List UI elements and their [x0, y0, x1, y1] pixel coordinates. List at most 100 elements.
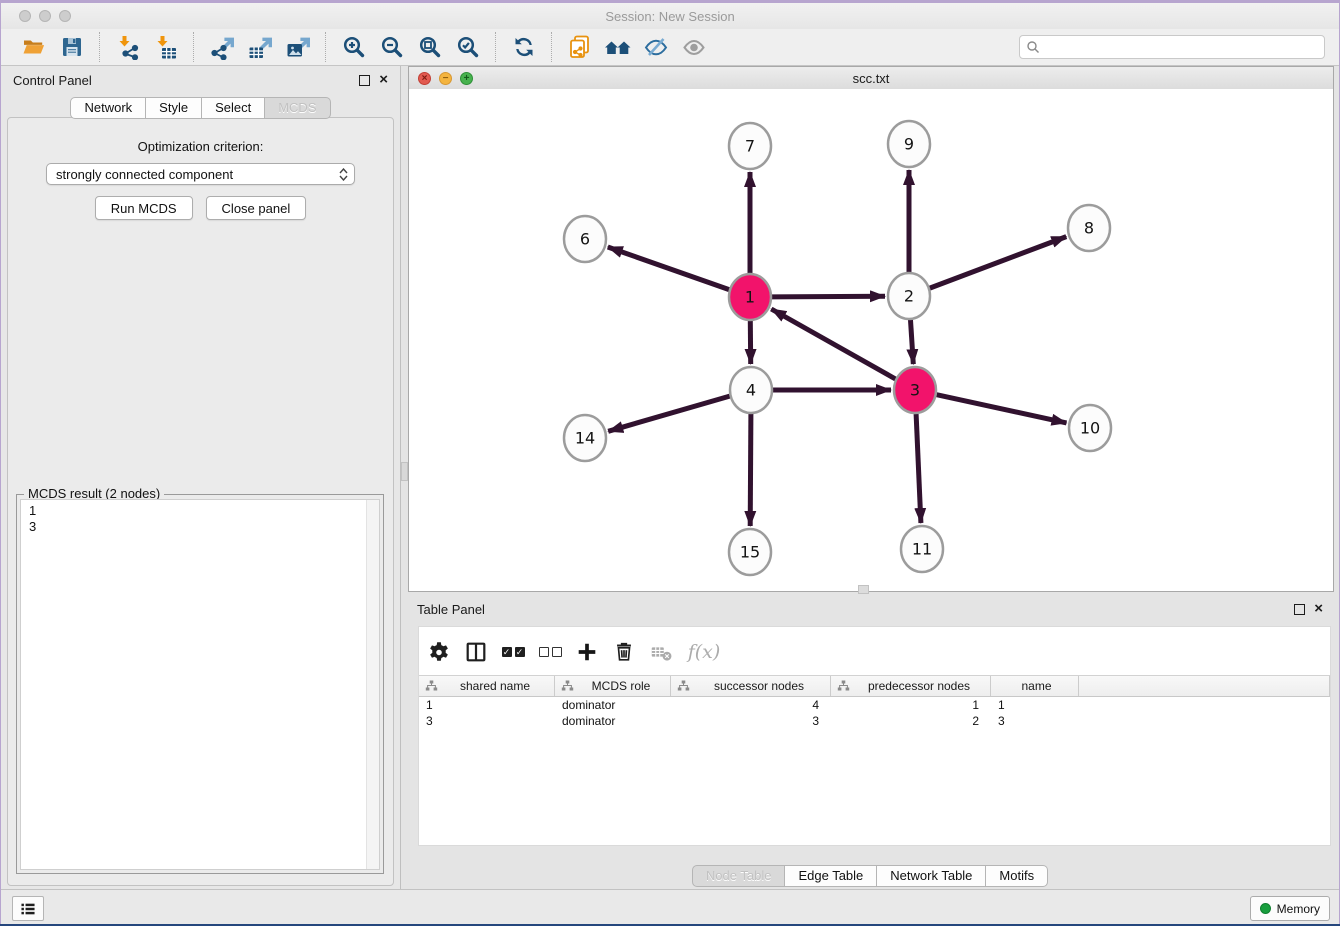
- tab-motifs[interactable]: Motifs: [986, 865, 1048, 887]
- memory-label: Memory: [1277, 902, 1320, 916]
- column-header-name[interactable]: name: [991, 676, 1079, 696]
- export-table-icon[interactable]: [245, 32, 275, 62]
- mcds-result-group: MCDS result (2 nodes) 1 3: [16, 494, 384, 874]
- tab-mcds[interactable]: MCDS: [265, 97, 330, 119]
- import-network-icon[interactable]: [113, 32, 143, 62]
- tab-node-table[interactable]: Node Table: [692, 865, 786, 887]
- deselect-all-icon[interactable]: [536, 639, 564, 665]
- table-cell: 1: [419, 697, 555, 713]
- show-columns-icon[interactable]: [462, 639, 490, 665]
- control-panel-tabs: NetworkStyleSelectMCDS: [1, 97, 400, 119]
- network-window-titlebar[interactable]: × − + scc.txt: [409, 67, 1333, 90]
- table-cell: 2: [831, 713, 991, 729]
- edge-4-15[interactable]: [750, 414, 751, 526]
- table-cell: 3: [991, 713, 1079, 729]
- select-stepper-icon: [339, 168, 348, 181]
- node-table: shared nameMCDS rolesuccessor nodesprede…: [419, 675, 1330, 729]
- graph-node-14[interactable]: 14: [564, 415, 606, 461]
- window-border-top: [0, 0, 1340, 3]
- panel-divider-grip[interactable]: [401, 462, 408, 481]
- open-session-icon[interactable]: [19, 32, 49, 62]
- task-history-button[interactable]: [12, 896, 44, 921]
- edge-2-8[interactable]: [930, 237, 1067, 289]
- column-header-MCDS-role[interactable]: MCDS role: [555, 676, 671, 696]
- search-icon: [1026, 40, 1040, 54]
- edge-3-10[interactable]: [937, 395, 1067, 423]
- column-header-successor-nodes[interactable]: successor nodes: [671, 676, 831, 696]
- close-panel-icon[interactable]: ×: [379, 75, 388, 85]
- tab-network[interactable]: Network: [70, 97, 146, 119]
- graph-node-8[interactable]: 8: [1068, 205, 1110, 251]
- splitter-grip[interactable]: [858, 585, 869, 594]
- window-title: Session: New Session: [1, 9, 1339, 24]
- graph-node-4[interactable]: 4: [730, 367, 772, 413]
- graph-node-7[interactable]: 7: [729, 123, 771, 169]
- search-box[interactable]: [1019, 35, 1325, 59]
- table-settings-gear-icon[interactable]: [425, 639, 453, 665]
- table-panel: Table Panel × ✓✓: [401, 596, 1339, 890]
- mcds-result-text: 1 3: [21, 500, 379, 538]
- memory-button[interactable]: Memory: [1250, 896, 1330, 921]
- edge-4-14[interactable]: [608, 396, 730, 431]
- svg-text:4: 4: [746, 381, 756, 400]
- close-panel-button[interactable]: Close panel: [206, 196, 307, 220]
- svg-text:7: 7: [745, 137, 755, 156]
- network-view-window: × − + scc.txt 7 9 6 8 1 2 4 3 14 10 15 11: [408, 66, 1334, 592]
- graph-node-3[interactable]: 3: [894, 367, 936, 413]
- mcds-result-area[interactable]: 1 3: [20, 499, 380, 870]
- toolbar-separator: [325, 32, 327, 62]
- save-session-icon[interactable]: [57, 32, 87, 62]
- search-input[interactable]: [1040, 39, 1318, 55]
- tab-network-table[interactable]: Network Table: [877, 865, 986, 887]
- column-header-shared-name[interactable]: shared name: [419, 676, 555, 696]
- delete-row-icon[interactable]: [610, 639, 638, 665]
- tab-style[interactable]: Style: [146, 97, 202, 119]
- column-header-predecessor-nodes[interactable]: predecessor nodes: [831, 676, 991, 696]
- graph-node-9[interactable]: 9: [888, 121, 930, 167]
- tab-edge-table[interactable]: Edge Table: [785, 865, 877, 887]
- table-row[interactable]: 3dominator323: [419, 713, 1330, 729]
- clone-network-icon[interactable]: [565, 32, 595, 62]
- show-hidden-icon: [679, 32, 709, 62]
- edge-3-1[interactable]: [771, 309, 895, 379]
- show-all-networks-icon[interactable]: [603, 32, 633, 62]
- float-panel-icon[interactable]: [359, 75, 370, 86]
- run-mcds-button[interactable]: Run MCDS: [95, 196, 193, 220]
- import-table-icon[interactable]: [151, 32, 181, 62]
- hide-selected-icon[interactable]: [641, 32, 671, 62]
- edge-1-2[interactable]: [772, 296, 885, 297]
- graph-node-10[interactable]: 10: [1069, 405, 1111, 451]
- graph-node-2[interactable]: 2: [888, 273, 930, 319]
- list-icon: [19, 900, 37, 918]
- zoom-out-icon[interactable]: [377, 32, 407, 62]
- svg-text:3: 3: [910, 381, 920, 400]
- zoom-fit-icon[interactable]: [415, 32, 445, 62]
- tab-select[interactable]: Select: [202, 97, 265, 119]
- zoom-selected-icon[interactable]: [453, 32, 483, 62]
- export-image-icon[interactable]: [283, 32, 313, 62]
- graph-node-11[interactable]: 11: [901, 526, 943, 572]
- svg-text:15: 15: [740, 543, 760, 562]
- edge-2-3[interactable]: [911, 320, 914, 364]
- refresh-layout-icon[interactable]: [509, 32, 539, 62]
- svg-text:1: 1: [745, 288, 755, 307]
- table-row[interactable]: 1dominator411: [419, 697, 1330, 713]
- svg-text:14: 14: [575, 429, 595, 448]
- network-canvas[interactable]: 7 9 6 8 1 2 4 3 14 10 15 11: [409, 89, 1333, 591]
- graph-node-6[interactable]: 6: [564, 216, 606, 262]
- toolbar-separator: [495, 32, 497, 62]
- network-graph[interactable]: 7 9 6 8 1 2 4 3 14 10 15 11: [409, 89, 1333, 592]
- zoom-in-icon[interactable]: [339, 32, 369, 62]
- memory-status-icon: [1260, 903, 1271, 914]
- close-table-panel-icon[interactable]: ×: [1314, 604, 1323, 614]
- graph-node-15[interactable]: 15: [729, 529, 771, 575]
- graph-node-1[interactable]: 1: [729, 274, 771, 320]
- float-table-panel-icon[interactable]: [1294, 604, 1305, 615]
- export-network-icon[interactable]: [207, 32, 237, 62]
- add-row-icon[interactable]: [573, 639, 601, 665]
- select-all-icon[interactable]: ✓✓: [499, 639, 527, 665]
- result-scrollbar[interactable]: [366, 500, 379, 869]
- edge-3-11[interactable]: [916, 414, 921, 523]
- edge-1-6[interactable]: [608, 247, 729, 290]
- optimization-criterion-select[interactable]: strongly connected component: [46, 163, 355, 185]
